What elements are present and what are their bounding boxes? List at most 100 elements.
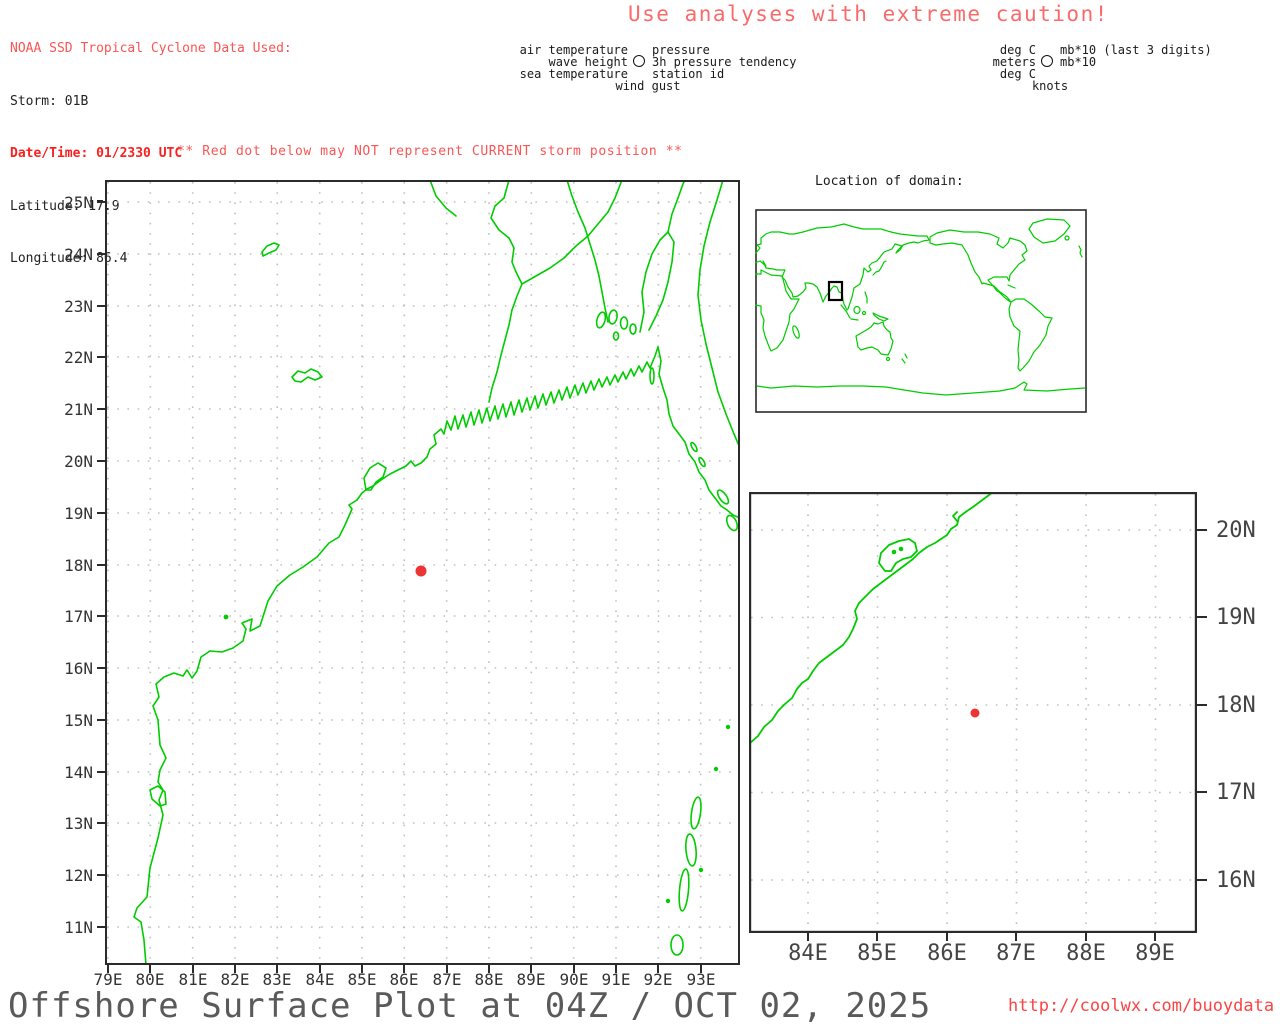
delta-island <box>629 323 637 335</box>
river-hooghly <box>488 180 523 403</box>
coast-madagascar <box>792 325 800 339</box>
buoy-plot-page: { "header": { "source_line": "NOAA SSD T… <box>0 0 1280 1026</box>
river-1 <box>429 180 457 217</box>
lat-tick-label: 20N <box>64 452 93 471</box>
storm-position-warning: ** Red dot below may NOT represent CURRE… <box>177 144 683 159</box>
coast-new-guinea <box>872 312 889 322</box>
tick <box>1015 933 1017 941</box>
coast-uk-cuba <box>1007 245 1083 289</box>
lon-tick-label: 89E <box>1135 941 1175 966</box>
lat-tick-label: 17N <box>1216 780 1256 805</box>
lat-tick-label: 19N <box>64 504 93 523</box>
zoom-map-canvas <box>749 492 1197 933</box>
storm-position-dot <box>415 565 427 577</box>
lat-tick-label: 16N <box>1216 868 1256 893</box>
lat-tick-label: 18N <box>64 556 93 575</box>
world-coastlines <box>755 218 1086 396</box>
lat-tick-label: 23N <box>64 297 93 316</box>
lake-islet <box>898 546 904 552</box>
islet-dot <box>725 724 731 730</box>
lat-tick-label: 11N <box>64 918 93 937</box>
coastal-island <box>698 456 706 468</box>
unit-knots: knots <box>1031 79 1069 93</box>
tick <box>1085 933 1087 941</box>
river-brahmaputra <box>667 180 686 233</box>
tick <box>97 667 105 669</box>
caution-headline: Use analyses with extreme caution! <box>628 2 1109 26</box>
coast-north-america <box>929 229 1028 303</box>
lat-tick-label: 16N <box>64 659 93 678</box>
inset-world-map <box>755 209 1087 413</box>
domain-location-box <box>827 280 844 302</box>
coast-tasmania <box>885 356 891 362</box>
river-kaladan <box>697 180 740 449</box>
lat-tick-label: 22N <box>64 348 93 367</box>
lon-tick-label: 85E <box>857 941 897 966</box>
coast-bay-of-bengal <box>133 346 740 965</box>
main-map-canvas <box>105 180 740 965</box>
tick <box>97 822 105 824</box>
islet-dot <box>223 614 229 620</box>
lon-tick-label: 88E <box>1066 941 1106 966</box>
lat-tick-label: 19N <box>1216 605 1256 630</box>
coast-greenland <box>1028 218 1071 244</box>
coast-borneo <box>853 305 861 315</box>
tick <box>1197 616 1207 618</box>
tick <box>97 253 105 255</box>
andaman-island-north <box>690 796 702 830</box>
andaman-islet <box>670 934 684 956</box>
world-map-canvas <box>755 209 1087 413</box>
coast-australia <box>855 321 894 356</box>
islet-dot <box>665 898 671 904</box>
lat-tick-label: 18N <box>1216 693 1256 718</box>
legend-wind-gust: wind gust <box>615 79 681 93</box>
lon-tick-label: 86E <box>927 941 967 966</box>
main-map <box>105 180 740 965</box>
data-source-line: NOAA SSD Tropical Cyclone Data Used: <box>10 41 292 56</box>
unit-mb10: mb*10 <box>1060 55 1097 69</box>
sylhet-basin <box>639 231 675 333</box>
tick <box>97 926 105 928</box>
storm-id-line: Storm: 01B <box>10 93 89 109</box>
unit-deg-c-2: deg C <box>999 67 1036 81</box>
coastal-island <box>649 367 655 385</box>
coastal-island <box>690 441 698 453</box>
chilika-lake <box>363 462 387 491</box>
tick <box>97 771 105 773</box>
tick <box>97 356 105 358</box>
lon-tick-label: 84E <box>788 941 828 966</box>
lat-tick-label: 20N <box>1216 518 1256 543</box>
coast-spit <box>952 511 958 522</box>
lat-tick-label: 24N <box>64 245 93 264</box>
coast-africa <box>755 269 800 352</box>
lat-tick-label: 25N <box>64 193 93 212</box>
delta-island <box>595 311 607 329</box>
tick <box>97 564 105 566</box>
tick <box>97 615 105 617</box>
islet-dot <box>713 766 719 772</box>
lake-islet <box>891 549 897 555</box>
main-map-coastlines <box>133 180 740 965</box>
lat-tick-label: 13N <box>64 814 93 833</box>
tick <box>807 933 809 941</box>
page-title: Offshore Surface Plot at 04Z / OCT 02, 2… <box>8 986 932 1026</box>
tick <box>1197 879 1207 881</box>
coast-south-america <box>1008 298 1053 372</box>
coast-islands-seasia <box>840 291 908 364</box>
coast-iceland <box>1064 235 1070 241</box>
legend-sea-temperature: sea temperature <box>519 67 628 81</box>
tick <box>97 408 105 410</box>
source-url-link[interactable]: http://coolwx.com/buoydata <box>1008 996 1274 1016</box>
inset-map-title: Location of domain: <box>815 174 964 189</box>
coast-sulawesi <box>861 310 867 316</box>
inland-lake-2 <box>291 368 323 383</box>
world-map-frame <box>755 209 1087 413</box>
islet-dot <box>698 867 704 873</box>
station-circle-icon <box>1041 55 1053 67</box>
tick <box>1197 791 1207 793</box>
lat-tick-label: 14N <box>64 763 93 782</box>
tick <box>97 512 105 514</box>
lat-tick-label: 12N <box>64 866 93 885</box>
lat-tick-label: 17N <box>64 607 93 626</box>
station-circle-icon <box>633 55 645 67</box>
